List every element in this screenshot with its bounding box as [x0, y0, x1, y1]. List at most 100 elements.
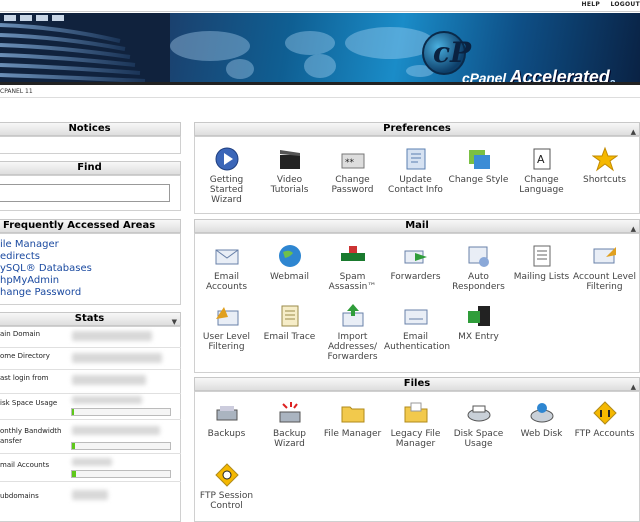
- import-icon: [342, 304, 363, 327]
- icon-label: Change Password: [331, 175, 374, 195]
- mail-header: Mail ▲: [194, 219, 640, 233]
- style-item[interactable]: Change Style: [447, 146, 510, 185]
- email-accounts-fill: [72, 471, 76, 477]
- trace-item[interactable]: Email Trace: [258, 303, 321, 342]
- icon-label: Change Style: [448, 175, 509, 185]
- disk-usage-fill: [72, 409, 74, 415]
- icon-label: Update Contact Info: [388, 175, 443, 195]
- play-icon: [215, 147, 238, 171]
- ftp-session-item[interactable]: FTP Session Control: [195, 462, 258, 511]
- notices-body: [0, 136, 181, 154]
- world-map-graphic: [170, 27, 435, 79]
- icon-label: Email Trace: [263, 332, 316, 342]
- forward-icon: [404, 250, 427, 264]
- freq-item-file-manager[interactable]: ile Manager: [0, 239, 59, 251]
- freq-item-phpmyadmin[interactable]: hpMyAdmin: [0, 275, 59, 287]
- icon-label: Account Level Filtering: [573, 272, 636, 292]
- icon-label: Spam Assassin™: [328, 272, 377, 292]
- redacted-value: [72, 396, 142, 404]
- autoresponder-item[interactable]: Auto Responders: [447, 243, 510, 292]
- password-icon: **: [341, 153, 364, 169]
- redacted-value: [72, 490, 108, 500]
- cpanel-logo: cP: [422, 31, 471, 75]
- user-filter-item[interactable]: User Level Filtering: [195, 303, 258, 352]
- filter-item[interactable]: Account Level Filtering: [573, 243, 636, 292]
- legacy-folder-item[interactable]: Legacy File Manager: [384, 400, 447, 449]
- forward-item[interactable]: Forwarders: [384, 243, 447, 282]
- disk-item[interactable]: Disk Space Usage: [447, 400, 510, 449]
- email-accounts-bar: [71, 470, 171, 478]
- legacy-folder-icon: [404, 402, 427, 423]
- style-icon: [468, 150, 490, 169]
- envelope-item[interactable]: Email Accounts: [195, 243, 258, 292]
- freq-item-mysql[interactable]: ySQL® Databases: [0, 263, 92, 275]
- freq-item-redirects[interactable]: edirects: [0, 251, 40, 263]
- stat-subdomains: ubdomains: [0, 486, 181, 510]
- divider: [0, 97, 640, 98]
- find-header: Find: [0, 161, 181, 175]
- icon-label: Forwarders: [390, 272, 441, 282]
- icon-label: Email Accounts: [205, 272, 248, 292]
- stat-main-domain: ain Domain: [0, 330, 181, 348]
- globe-icon: [278, 245, 301, 267]
- redacted-value: [72, 426, 160, 435]
- password-item[interactable]: ** Change Password: [321, 146, 384, 195]
- freq-item-change-password[interactable]: hange Password: [0, 287, 81, 299]
- auth-item[interactable]: Email Authentication: [384, 303, 451, 352]
- ftp-session-icon: [214, 463, 239, 487]
- icon-label: MX Entry: [458, 332, 499, 342]
- folder-item[interactable]: File Manager: [321, 400, 384, 439]
- globe-item[interactable]: Webmail: [258, 243, 321, 282]
- stat-last-login: ast login from: [0, 372, 181, 394]
- icon-label: Backups: [207, 429, 246, 439]
- icon-label: FTP Session Control: [199, 491, 254, 511]
- icon-label: Backup Wizard: [273, 429, 306, 449]
- icon-label: Legacy File Manager: [390, 429, 441, 449]
- icon-label: Mailing Lists: [513, 272, 570, 282]
- redacted-value: [72, 375, 146, 385]
- wizard-item[interactable]: Backup Wizard: [258, 400, 321, 449]
- backup-item[interactable]: Backups: [195, 400, 258, 439]
- icon-label: Getting Started Wizard: [209, 175, 244, 205]
- clapper-item[interactable]: Video Tutorials: [258, 146, 321, 195]
- icon-label: File Manager: [323, 429, 382, 439]
- backup-icon: [216, 406, 237, 421]
- stat-disk-space: isk Space Usage: [0, 396, 181, 420]
- find-input[interactable]: [0, 184, 170, 202]
- user-filter-icon: [215, 307, 238, 326]
- mx-item[interactable]: MX Entry: [447, 303, 510, 342]
- language-item[interactable]: A Change Language: [510, 146, 573, 195]
- contact-item[interactable]: Update Contact Info: [384, 146, 447, 195]
- star-item[interactable]: Shortcuts: [573, 146, 636, 185]
- preferences-header: Preferences ▲: [194, 122, 640, 136]
- webdisk-icon: [530, 403, 553, 423]
- freq-header: Frequently Accessed Areas: [0, 219, 181, 233]
- breadcrumb[interactable]: CPANEL 11: [0, 88, 33, 95]
- bandwidth-bar: [71, 442, 171, 450]
- list-item[interactable]: Mailing Lists: [510, 243, 573, 282]
- top-bar: HELP LOGOUT: [0, 0, 640, 12]
- redacted-value: [72, 458, 112, 466]
- envelope-icon: [215, 249, 238, 265]
- icon-label: Shortcuts: [582, 175, 627, 185]
- disk-icon: [467, 405, 490, 422]
- trace-icon: [281, 305, 298, 327]
- spamassassin-icon: [340, 246, 365, 261]
- stat-email-accounts: mail Accounts: [0, 458, 181, 482]
- ftp-item[interactable]: FTP Accounts: [573, 400, 636, 439]
- redacted-value: [72, 331, 152, 341]
- icon-label: Email Authentication: [384, 332, 451, 352]
- autoresponder-icon: [468, 246, 489, 267]
- mx-icon: [467, 306, 490, 326]
- logout-link[interactable]: LOGOUT: [610, 1, 640, 8]
- webdisk-item[interactable]: Web Disk: [510, 400, 573, 439]
- import-item[interactable]: Import Addresses/ Forwarders: [321, 303, 384, 362]
- svg-text:A: A: [537, 153, 545, 166]
- spamassassin-item[interactable]: Spam Assassin™: [321, 243, 384, 292]
- help-link[interactable]: HELP: [582, 1, 601, 8]
- bandwidth-fill: [72, 443, 75, 449]
- play-item[interactable]: Getting Started Wizard: [195, 146, 258, 205]
- notices-header: Notices: [0, 122, 181, 136]
- ftp-icon: [592, 401, 617, 425]
- icon-label: Video Tutorials: [270, 175, 309, 195]
